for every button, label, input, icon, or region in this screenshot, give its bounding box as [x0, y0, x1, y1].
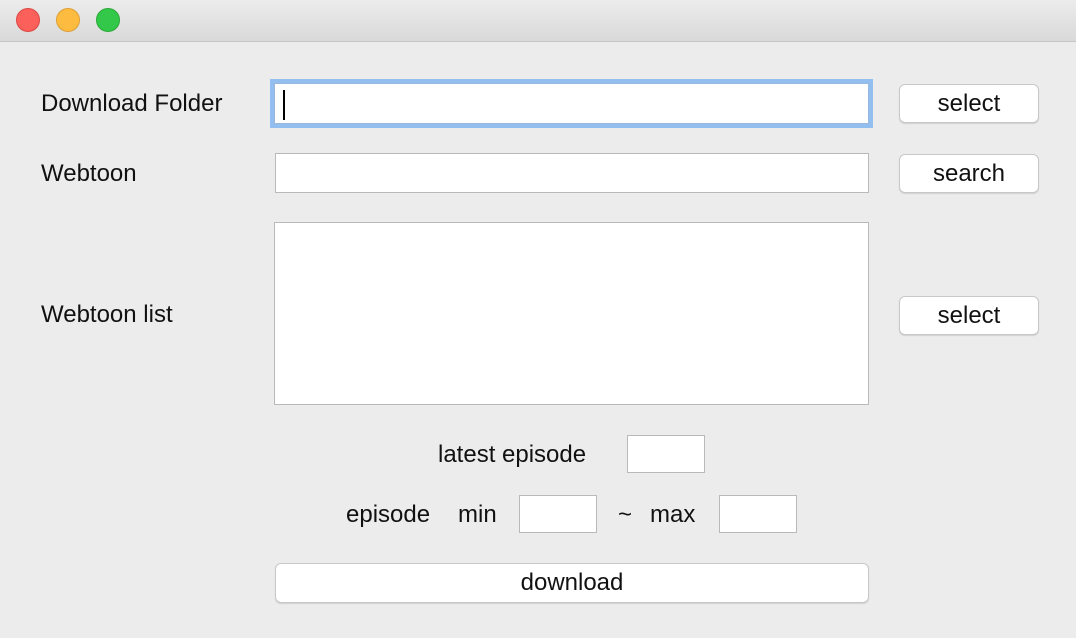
episode-max-field[interactable] — [719, 495, 797, 533]
webtoon-list-label: Webtoon list — [41, 301, 173, 328]
latest-episode-label: latest episode — [438, 441, 587, 468]
download-button[interactable]: download — [275, 563, 869, 603]
latest-episode-field[interactable] — [627, 435, 705, 473]
episode-min-field[interactable] — [519, 495, 597, 533]
text-caret — [283, 90, 285, 120]
episode-max-label: max — [650, 501, 696, 528]
window-titlebar — [0, 0, 1076, 42]
range-separator: ~ — [618, 501, 633, 528]
maximize-window-button[interactable] — [96, 8, 120, 32]
select-folder-button[interactable]: select — [899, 84, 1039, 123]
webtoon-search-input[interactable] — [275, 153, 869, 193]
episode-label: episode — [346, 501, 431, 528]
episode-min-label: min — [458, 501, 497, 528]
webtoon-label: Webtoon — [41, 160, 137, 187]
select-webtoon-button[interactable]: select — [899, 296, 1039, 335]
search-button[interactable]: search — [899, 154, 1039, 193]
download-folder-label: Download Folder — [41, 90, 223, 117]
close-window-button[interactable] — [16, 8, 40, 32]
webtoon-listbox[interactable] — [274, 222, 869, 405]
download-folder-input[interactable] — [274, 83, 869, 124]
minimize-window-button[interactable] — [56, 8, 80, 32]
